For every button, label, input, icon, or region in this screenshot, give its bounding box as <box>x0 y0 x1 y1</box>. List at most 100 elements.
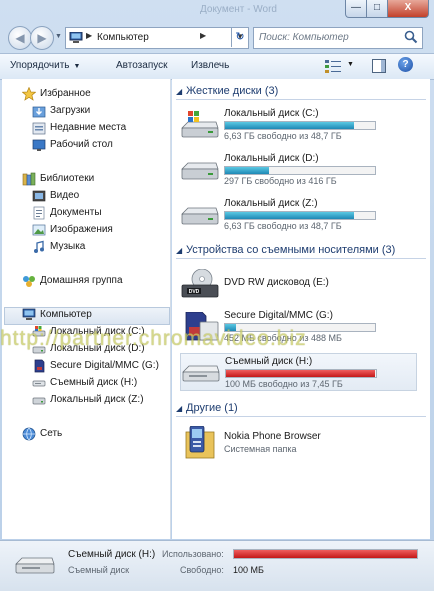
explorer-window: Документ - Word — □ X ◀ ▶ ▼ ▶ Компьютер … <box>0 0 434 591</box>
preview-pane-icon[interactable] <box>372 59 386 73</box>
hard-drive-icon <box>181 162 219 180</box>
recent-pages-chevron-down-icon[interactable]: ▼ <box>55 33 62 40</box>
group-header-other[interactable]: ◢ Другие (1) <box>176 401 426 419</box>
view-options-chevron-down-icon[interactable]: ▼ <box>347 61 354 68</box>
downloads-folder-icon <box>32 106 46 118</box>
breadcrumb-computer[interactable]: Компьютер <box>97 32 149 43</box>
item-type: Системная папка <box>224 444 297 454</box>
breadcrumb-separator-icon[interactable]: ▶ <box>86 31 92 40</box>
nav-label: Документы <box>50 207 102 218</box>
navigation-pane: Избранное Загрузки Недавние места Рабочи… <box>2 79 171 539</box>
details-drive-name: Съемный диск (H:) <box>68 549 156 560</box>
details-drive-type: Съемный диск <box>68 565 130 575</box>
svg-text:DVD: DVD <box>189 289 200 295</box>
nav-label: Библиотеки <box>40 173 95 184</box>
desktop-icon <box>32 139 46 151</box>
removable-drive-icon <box>32 380 46 387</box>
breadcrumb-child-chevron-icon[interactable]: ▶ <box>200 31 206 40</box>
nav-label: Видео <box>50 190 80 201</box>
group-header-removable[interactable]: ◢ Устройства со съемными носителями (3) <box>176 243 426 261</box>
hard-drive-icon <box>181 207 219 225</box>
drive-name: Secure Digital/MMC (G:) <box>224 310 333 321</box>
autoplay-button[interactable]: Автозапуск <box>116 60 168 71</box>
help-button[interactable]: ? <box>398 57 413 72</box>
usage-fill <box>225 167 269 174</box>
libraries-icon <box>22 172 36 186</box>
details-free-value: 100 МБ <box>233 565 264 575</box>
forward-arrow-icon: ▶ <box>37 31 47 45</box>
drive-name: Съемный диск (H:) <box>225 356 313 367</box>
removable-drive-icon <box>15 557 55 574</box>
group-title: Устройства со съемными носителями (3) <box>186 244 396 256</box>
computer-icon <box>22 308 36 320</box>
nav-label: Недавние места <box>50 122 127 133</box>
removable-drive-icon <box>182 365 220 382</box>
eject-button[interactable]: Извлечь <box>191 60 229 71</box>
address-bar[interactable]: ▶ Компьютер ▶ ▼ <box>65 27 249 49</box>
forward-button[interactable]: ▶ <box>30 26 54 50</box>
search-input[interactable]: Поиск: Компьютер <box>253 27 423 49</box>
hard-drive-icon <box>32 397 46 405</box>
content-pane: ◢ Жесткие диски (3) Локальный диск (C:) … <box>172 79 430 539</box>
images-icon <box>32 224 46 236</box>
documents-icon <box>33 206 45 220</box>
group-divider <box>176 258 426 259</box>
nav-label: Рабочий стол <box>50 139 113 150</box>
nav-label: Съемный диск (H:) <box>50 377 138 388</box>
nav-label: Изображения <box>50 224 113 235</box>
group-divider <box>176 416 426 417</box>
hard-drive-windows-icon <box>181 111 219 138</box>
drive-dvd-e[interactable]: DVD DVD RW дисковод (E:) <box>180 265 415 301</box>
search-placeholder: Поиск: Компьютер <box>259 32 349 43</box>
drive-local-disk-c[interactable]: Локальный диск (C:) 6,63 ГБ свободно из … <box>180 106 415 142</box>
usage-fill <box>225 212 354 219</box>
usage-bar <box>224 121 376 130</box>
change-view-icon[interactable] <box>325 59 343 73</box>
drive-name: DVD RW дисковод (E:) <box>224 277 329 288</box>
nav-label: Сеть <box>40 428 63 439</box>
search-icon[interactable] <box>404 30 418 44</box>
video-icon <box>32 190 46 202</box>
drive-space-info: 100 МБ свободно из 7,45 ГБ <box>225 379 343 389</box>
star-icon <box>22 87 36 101</box>
drive-local-disk-z[interactable]: Локальный диск (Z:) 6,63 ГБ свободно из … <box>180 196 415 232</box>
close-button[interactable]: X <box>387 0 429 18</box>
collapse-triangle-icon: ◢ <box>176 404 183 413</box>
homegroup-icon <box>23 276 35 287</box>
refresh-button[interactable]: ↻ <box>231 27 248 47</box>
minimize-button[interactable]: — <box>345 0 367 18</box>
nav-label: Домашняя группа <box>40 275 123 286</box>
usage-fill <box>226 370 375 377</box>
command-bar: Упорядочить ▼ Автозапуск Извлечь ▼ ? <box>0 53 434 80</box>
sd-card-icon <box>34 359 45 373</box>
group-header-hard-drives[interactable]: ◢ Жесткие диски (3) <box>176 84 426 102</box>
network-icon <box>22 427 36 441</box>
nav-label: Компьютер <box>40 309 92 320</box>
back-arrow-icon: ◀ <box>15 31 25 45</box>
drive-space-info: 297 ГБ свободно из 416 ГБ <box>224 176 337 186</box>
drive-local-disk-d[interactable]: Локальный диск (D:) 297 ГБ свободно из 4… <box>180 151 415 187</box>
dvd-drive-icon: DVD <box>181 269 219 298</box>
nokia-phone-browser-icon <box>185 426 215 459</box>
recent-places-icon <box>32 122 46 135</box>
back-button[interactable]: ◀ <box>8 26 32 50</box>
details-used-label: Использовано: <box>162 549 224 559</box>
nav-label: Secure Digital/MMC (G:) <box>50 360 159 371</box>
usage-bar <box>224 166 376 175</box>
drive-removable-h[interactable]: Съемный диск (H:) 100 МБ свободно из 7,4… <box>180 353 417 391</box>
group-title: Жесткие диски (3) <box>186 85 279 97</box>
collapse-triangle-icon: ◢ <box>176 87 183 96</box>
watermark-text: http://partner.chromavideo.biz <box>0 327 307 350</box>
refresh-icon: ↻ <box>235 31 245 43</box>
title-bar: Документ - Word — □ X <box>0 0 434 22</box>
organize-button[interactable]: Упорядочить ▼ <box>10 60 80 71</box>
item-nokia-phone-browser[interactable]: Nokia Phone Browser Системная папка <box>180 422 415 459</box>
drive-space-info: 6,63 ГБ свободно из 48,7 ГБ <box>224 131 342 141</box>
computer-icon <box>69 32 83 43</box>
details-free-label: Свободно: <box>180 565 224 575</box>
group-divider <box>176 99 426 100</box>
drive-name: Локальный диск (C:) <box>224 108 319 119</box>
maximize-button[interactable]: □ <box>366 0 388 18</box>
address-row: ◀ ▶ ▼ ▶ Компьютер ▶ ▼ ↻ Поиск: Компьютер <box>0 24 434 52</box>
nav-label: Загрузки <box>50 105 91 116</box>
